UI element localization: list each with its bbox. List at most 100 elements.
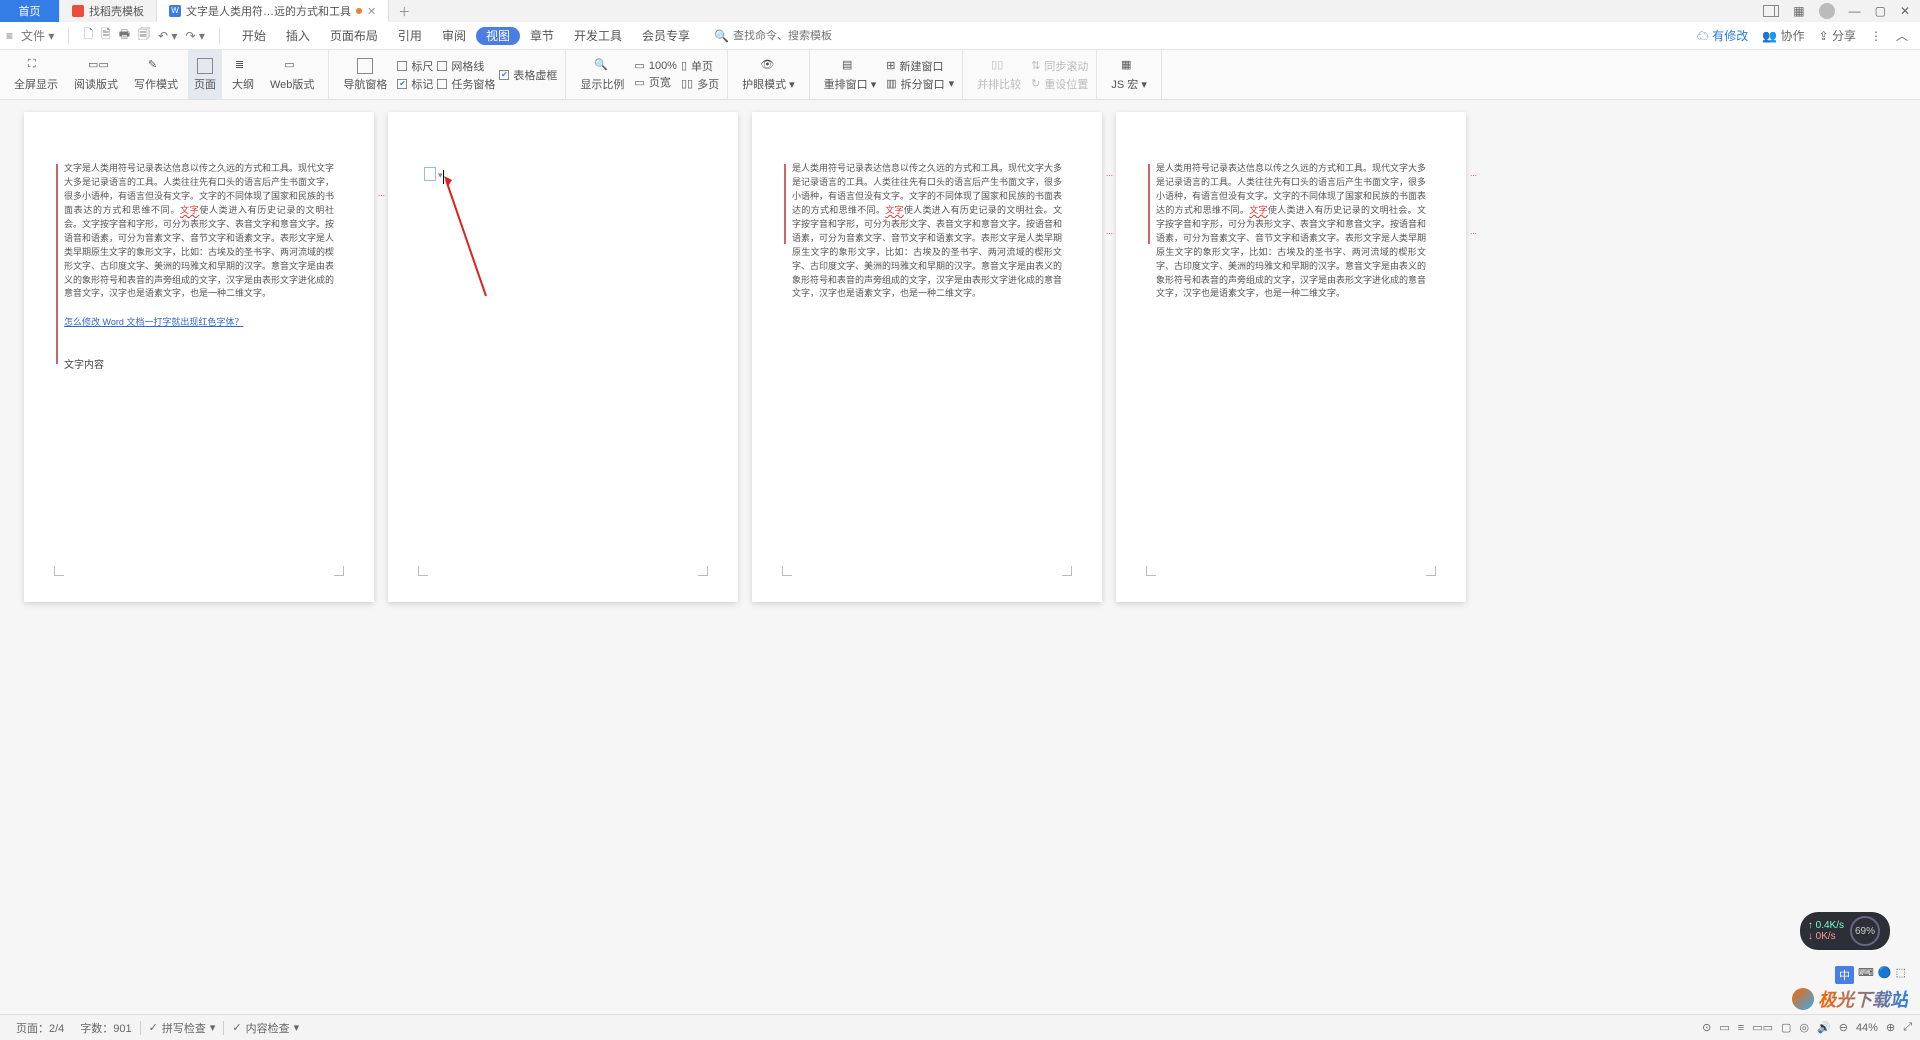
menu-pagelayout[interactable]: 页面布局 xyxy=(320,22,388,49)
js-macro-button[interactable]: ▦JS 宏 ▾ xyxy=(1105,50,1152,99)
command-search[interactable]: 🔍 xyxy=(714,29,853,43)
speaker-icon[interactable]: 🔊 xyxy=(1817,1021,1831,1034)
eye-protect-button[interactable]: 👁护眼模式 ▾ xyxy=(736,50,801,99)
outline-button[interactable]: ≣大纲 xyxy=(226,50,260,99)
command-search-input[interactable] xyxy=(733,30,853,42)
zoom-100-button[interactable]: ▭100% xyxy=(634,59,677,72)
menu-chapter[interactable]: 章节 xyxy=(520,22,564,49)
status-words[interactable]: 字数：901 xyxy=(72,1020,139,1036)
chk-grid[interactable]: 网格线 xyxy=(437,58,495,74)
page-2[interactable]: ▾ xyxy=(388,112,738,602)
ime-icon2[interactable]: 🔵 xyxy=(1878,966,1892,984)
redo-button[interactable]: ↷ ▾ xyxy=(185,29,204,43)
zoom-out-button[interactable]: ⊖ xyxy=(1839,1021,1848,1034)
corner-icon xyxy=(334,566,344,576)
chevron-up-icon[interactable]: ︿ xyxy=(1896,27,1908,44)
fit-icon[interactable]: ⤢ xyxy=(1903,1021,1912,1034)
reset-icon: ↻ xyxy=(1031,77,1040,90)
view-web-icon[interactable]: ▢ xyxy=(1781,1021,1791,1034)
web-icon: ▭ xyxy=(284,58,300,74)
target-icon[interactable]: ◎ xyxy=(1799,1021,1809,1034)
rearrange-button[interactable]: ▤重排窗口 ▾ xyxy=(818,50,883,99)
status-contentcheck[interactable]: ✓ 内容检查 ▾ xyxy=(224,1020,307,1036)
quick-access: ≡ 文件 ▾ 🗋 🗎 🖶 🗐 ↶ ▾ ↷ ▾ xyxy=(0,25,232,46)
save-icon[interactable]: 🗋 xyxy=(83,25,93,46)
tab-home[interactable]: 首页 xyxy=(0,0,60,22)
single-page-button[interactable]: ▯单页 xyxy=(681,58,719,74)
view-page-icon[interactable]: ▭ xyxy=(1719,1021,1729,1034)
status-page[interactable]: 页面：2/4 xyxy=(8,1020,72,1036)
ribbon-view: ⛶全屏显示 ▭▭阅读版式 ✎写作模式 页面 ≣大纲 ▭Web版式 导航窗格 标尺… xyxy=(0,50,1920,100)
page1-link[interactable]: 怎么修改 Word 文档一打字就出现红色字体？ xyxy=(64,315,334,328)
menu-review[interactable]: 审阅 xyxy=(432,22,476,49)
view-outline-icon[interactable]: ≡ xyxy=(1738,1022,1744,1034)
page-width-button[interactable]: ▭页宽 xyxy=(634,74,677,90)
rev-mark-icon: ⋯ xyxy=(1470,230,1482,236)
upload-speed: ↑ 0.4K/s xyxy=(1808,920,1844,931)
tab-template[interactable]: 找稻壳模板 xyxy=(60,0,157,22)
undo-button[interactable]: ↶ ▾ xyxy=(158,29,177,43)
menu-reference[interactable]: 引用 xyxy=(388,22,432,49)
close-icon[interactable]: ✕ xyxy=(367,5,376,18)
file-menu[interactable]: 文件 ▾ xyxy=(21,27,54,44)
chk-tablebox[interactable]: ✔表格虚框 xyxy=(499,67,557,83)
ime-lang-badge[interactable]: 中 xyxy=(1835,966,1854,984)
newwin-icon: ⊞ xyxy=(886,59,895,72)
ime-tray[interactable]: 中 ⌨ 🔵 ⬚ xyxy=(1835,966,1906,984)
page-1[interactable]: 文字是人类用符号记录表达信息以传之久远的方式和工具。现代文字大多是记录语言的工具… xyxy=(24,112,374,602)
zoom-in-button[interactable]: ⊕ xyxy=(1886,1021,1895,1034)
page-3[interactable]: 是人类用符号记录表达信息以传之久远的方式和工具。现代文字大多是记录语言的工具。人… xyxy=(752,112,1102,602)
view-read-icon[interactable]: ▭▭ xyxy=(1752,1021,1773,1034)
minimize-button[interactable]: — xyxy=(1849,4,1861,18)
collab-button[interactable]: 👥 协作 xyxy=(1762,27,1804,44)
page4-paragraph[interactable]: 是人类用符号记录表达信息以传之久远的方式和工具。现代文字大多是记录语言的工具。人… xyxy=(1156,162,1426,301)
page1-label[interactable]: 文字内容 xyxy=(64,356,334,371)
status-spellcheck[interactable]: ✓ 拼写检查 ▾ xyxy=(141,1020,224,1036)
page-4[interactable]: 是人类用符号记录表达信息以传之久远的方式和工具。现代文字大多是记录语言的工具。人… xyxy=(1116,112,1466,602)
chk-mark[interactable]: ✔标记 xyxy=(397,76,433,92)
write-mode-button[interactable]: ✎写作模式 xyxy=(128,50,184,99)
fullscreen-icon: ⛶ xyxy=(28,58,44,74)
ime-icon3[interactable]: ⬚ xyxy=(1896,966,1906,984)
split-window-button[interactable]: ▥拆分窗口 ▾ xyxy=(886,76,954,92)
menu-view[interactable]: 视图 xyxy=(476,27,520,45)
user-icon[interactable] xyxy=(1819,3,1835,19)
chk-taskpane[interactable]: 任务窗格 xyxy=(437,76,495,92)
page-layout-button[interactable]: 页面 xyxy=(188,50,222,99)
document-canvas[interactable]: 文字是人类用符号记录表达信息以传之久远的方式和工具。现代文字大多是记录语言的工具… xyxy=(0,100,1920,1014)
download-speed: ↓ 0K/s xyxy=(1808,931,1844,942)
more-icon[interactable]: ⋮ xyxy=(1870,29,1882,43)
maximize-button[interactable]: ▢ xyxy=(1875,4,1886,18)
menu-insert[interactable]: 插入 xyxy=(276,22,320,49)
chk-ruler[interactable]: 标尺 xyxy=(397,58,433,74)
zoom-button[interactable]: 🔍显示比例 xyxy=(574,50,630,99)
nav-pane-button[interactable]: 导航窗格 xyxy=(337,50,393,99)
hamburger-icon[interactable]: ≡ xyxy=(6,29,13,43)
ime-icon[interactable]: ⌨ xyxy=(1858,966,1874,984)
read-layout-button[interactable]: ▭▭阅读版式 xyxy=(68,50,124,99)
close-window-button[interactable]: ✕ xyxy=(1900,4,1910,18)
menu-start[interactable]: 开始 xyxy=(232,22,276,49)
fullscreen-button[interactable]: ⛶全屏显示 xyxy=(8,50,64,99)
page3-paragraph[interactable]: 是人类用符号记录表达信息以传之久远的方式和工具。现代文字大多是记录语言的工具。人… xyxy=(792,162,1062,301)
has-changes-button[interactable]: ☁ 有修改 xyxy=(1697,27,1748,44)
web-layout-button[interactable]: ▭Web版式 xyxy=(264,50,320,99)
eye-icon: 👁 xyxy=(760,58,776,74)
zoom-value[interactable]: 44% xyxy=(1856,1022,1878,1034)
print-icon[interactable]: 🖶 xyxy=(119,25,130,46)
layout-icon[interactable] xyxy=(1763,5,1779,17)
grid-icon[interactable]: ▦ xyxy=(1793,4,1804,18)
new-window-button[interactable]: ⊞新建窗口 xyxy=(886,58,954,74)
multi-page-button[interactable]: ▯▯多页 xyxy=(681,76,719,92)
add-tab-button[interactable]: ＋ xyxy=(389,0,419,22)
share-button[interactable]: ⇪ 分享 xyxy=(1819,27,1856,44)
tab-document[interactable]: W 文字是人类用符…远的方式和工具 ✕ xyxy=(157,0,389,22)
print-preview-icon[interactable]: 🗐 xyxy=(138,25,150,46)
save-as-icon[interactable]: 🗎 xyxy=(101,25,111,46)
rearrange-icon: ▤ xyxy=(842,58,858,74)
view-focus-icon[interactable]: ⊙ xyxy=(1702,1021,1711,1034)
menu-member[interactable]: 会员专享 xyxy=(632,22,700,49)
net-speed-widget[interactable]: ↑ 0.4K/s ↓ 0K/s 69% xyxy=(1800,912,1890,950)
menu-devtools[interactable]: 开发工具 xyxy=(564,22,632,49)
page1-paragraph[interactable]: 文字是人类用符号记录表达信息以传之久远的方式和工具。现代文字大多是记录语言的工具… xyxy=(64,162,334,301)
